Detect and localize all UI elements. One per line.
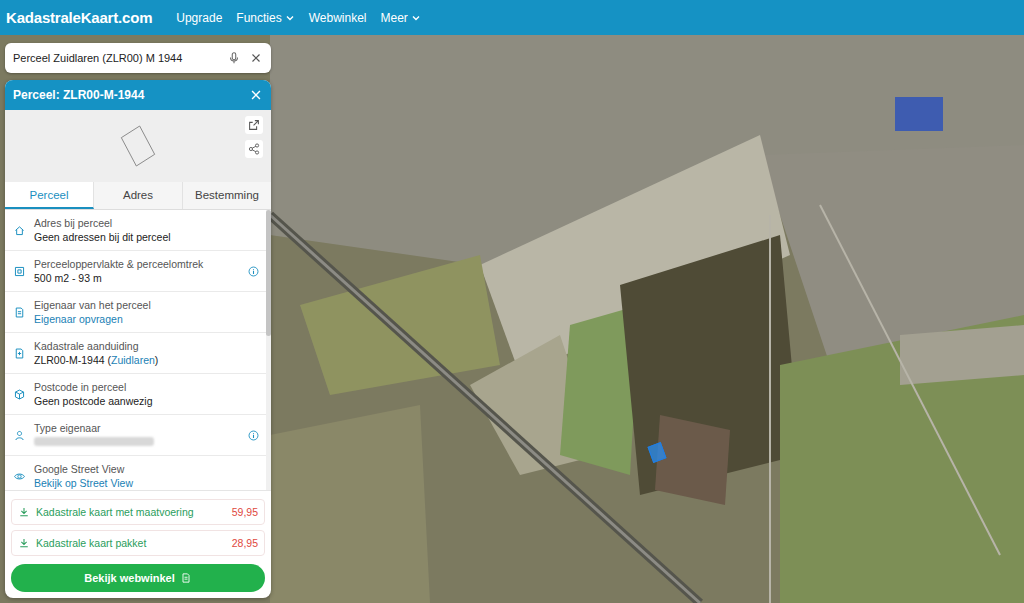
search-field[interactable]: Perceel Zuidlaren (ZLR00) M 1944 [5, 43, 271, 73]
download-row[interactable]: Kadastrale kaart pakket 28,95 [11, 530, 265, 556]
tab[interactable]: Adres [94, 182, 183, 209]
info-row: Kadastrale aanduidingZLR00-M-1944 (Zuidl… [5, 333, 266, 374]
row-value: Bekijk op Street View [34, 476, 260, 490]
download-row[interactable]: Kadastrale kaart met maatvoering 59,95 [11, 499, 265, 525]
blurred-value [34, 437, 154, 446]
tab-bar: PerceelAdresBestemming [5, 182, 271, 210]
row-value: ZLR00-M-1944 (Zuidlaren) [34, 353, 260, 367]
value-text: ZLR00-M-1944 ( [34, 354, 111, 366]
panel-title: Perceel: ZLR00-M-1944 [13, 88, 144, 102]
value-link[interactable]: Bekijk op Street View [34, 477, 133, 489]
row-value [34, 435, 239, 449]
microphone-icon[interactable] [227, 51, 241, 65]
webshop-button[interactable]: Bekijk webwinkel [11, 564, 265, 592]
search-value[interactable]: Perceel Zuidlaren (ZLR00) M 1944 [13, 52, 219, 64]
panel-body: Adres bij perceelGeen adressen bij dit p… [5, 210, 271, 490]
external-link-icon[interactable] [245, 116, 263, 134]
panel-footer: Kadastrale kaart met maatvoering59,95Kad… [5, 490, 271, 598]
clear-icon[interactable] [249, 51, 263, 65]
row-label: Kadastrale aanduiding [34, 339, 260, 353]
value-text: 500 m2 - 93 m [34, 272, 102, 284]
info-row: Google Street ViewBekijk op Street View [5, 456, 266, 490]
close-icon[interactable] [249, 88, 263, 102]
row-label: Adres bij perceel [34, 216, 260, 230]
row-icon [13, 429, 26, 442]
info-row: Eigenaar van het perceelEigenaar opvrage… [5, 292, 266, 333]
chevron-down-icon [285, 13, 295, 23]
row-value: Geen adressen bij dit perceel [34, 230, 260, 244]
map[interactable]: Perceel Zuidlaren (ZLR00) M 1944 Perceel:… [0, 35, 1024, 603]
scrollbar-thumb[interactable] [266, 210, 271, 336]
download-price: 59,95 [232, 506, 258, 518]
tab[interactable]: Perceel [5, 182, 94, 209]
download-label[interactable]: Kadastrale kaart pakket [36, 537, 226, 549]
nav-item[interactable]: Webwinkel [309, 11, 367, 25]
value-text: Geen postcode aanwezig [34, 395, 153, 407]
download-label[interactable]: Kadastrale kaart met maatvoering [36, 506, 226, 518]
row-icon [13, 224, 26, 237]
row-label: Type eigenaar [34, 421, 239, 435]
row-label: Eigenaar van het perceel [34, 298, 260, 312]
nav-item[interactable]: Meer [380, 11, 420, 25]
info-row: Adres bij perceelGeen adressen bij dit p… [5, 210, 266, 251]
row-value: Geen postcode aanwezig [34, 394, 260, 408]
tab[interactable]: Bestemming [183, 182, 271, 209]
info-row: Type eigenaar [5, 415, 266, 456]
nav-item[interactable]: Upgrade [176, 11, 222, 25]
row-label: Postcode in perceel [34, 380, 260, 394]
download-icon [18, 506, 30, 518]
info-row: Perceeloppervlakte & perceelomtrek500 m2… [5, 251, 266, 292]
row-icon [13, 470, 26, 483]
parcel-outline-icon [113, 121, 163, 171]
panel-header: Perceel: ZLR00-M-1944 [5, 80, 271, 110]
top-bar: KadastraleKaart.com Upgrade Functies Webw… [0, 0, 1024, 35]
scrollbar[interactable] [266, 210, 271, 490]
row-value: 500 m2 - 93 m [34, 271, 239, 285]
row-icon [13, 265, 26, 278]
value-link[interactable]: Zuidlaren [111, 354, 155, 366]
row-label: Perceeloppervlakte & perceelomtrek [34, 257, 239, 271]
value-text: Geen adressen bij dit perceel [34, 231, 171, 243]
document-icon [180, 572, 192, 584]
row-value: Eigenaar opvragen [34, 312, 260, 326]
row-icon [13, 306, 26, 319]
value-text: ) [155, 354, 159, 366]
info-icon[interactable] [247, 429, 260, 442]
share-icon[interactable] [245, 140, 263, 158]
info-icon[interactable] [247, 265, 260, 278]
parcel-preview [5, 110, 271, 182]
info-row: Postcode in perceelGeen postcode aanwezi… [5, 374, 266, 415]
page: KadastraleKaart.com Upgrade Functies Webw… [0, 0, 1024, 603]
value-link[interactable]: Eigenaar opvragen [34, 313, 123, 325]
logo[interactable]: KadastraleKaart.com [6, 9, 152, 26]
row-label: Google Street View [34, 462, 260, 476]
download-price: 28,95 [232, 537, 258, 549]
parcel-panel: Perceel: ZLR00-M-1944 PerceelAdresBestemm… [5, 80, 271, 598]
main-nav: Upgrade Functies Webwinkel Meer [176, 11, 421, 25]
row-icon [13, 347, 26, 360]
row-icon [13, 388, 26, 401]
info-list: Adres bij perceelGeen adressen bij dit p… [5, 210, 266, 490]
nav-item[interactable]: Functies [236, 11, 294, 25]
chevron-down-icon [411, 13, 421, 23]
download-icon [18, 537, 30, 549]
